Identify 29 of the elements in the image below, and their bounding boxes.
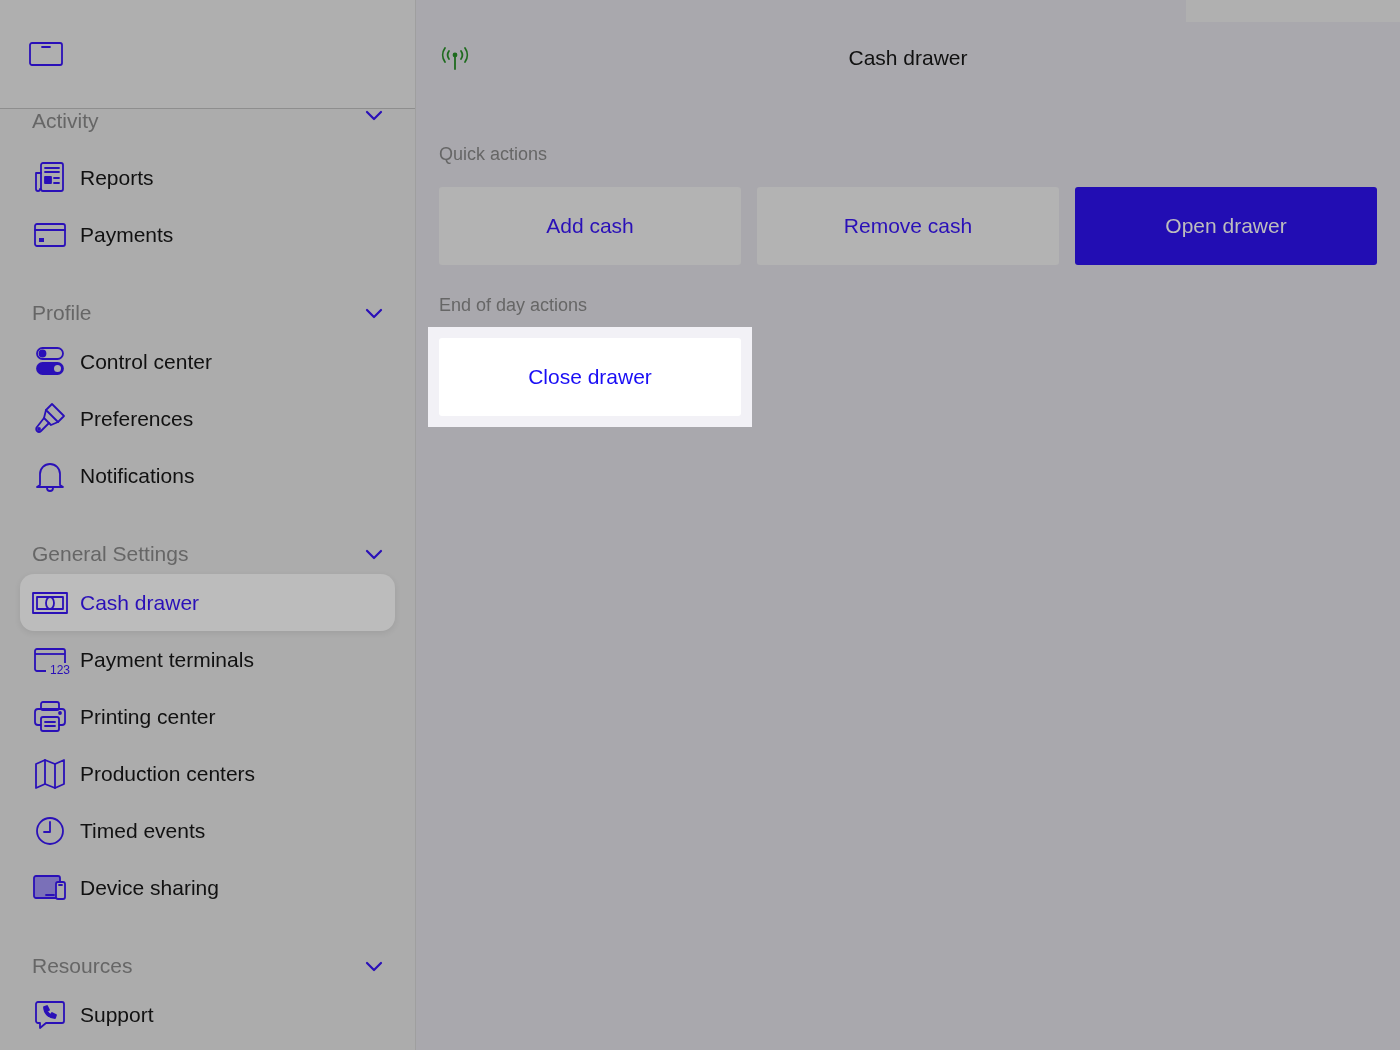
section-heading: Profile <box>32 301 92 325</box>
section-heading: End of day actions <box>439 295 589 316</box>
action-button[interactable]: Add cash <box>439 187 741 265</box>
sidebar-item[interactable]: Device sharing <box>20 859 395 916</box>
sidebar-item[interactable]: Printing center <box>20 688 395 745</box>
action-button[interactable]: Open drawer <box>1075 187 1377 265</box>
action-button[interactable]: Close drawer <box>439 338 741 416</box>
antenna-icon <box>439 44 471 72</box>
section-heading: Activity <box>32 109 99 133</box>
sidebar-item[interactable]: Cash drawer <box>20 574 395 631</box>
sidebar-item[interactable]: Reports <box>20 149 395 206</box>
sidebar-item[interactable]: Payments <box>20 206 395 263</box>
section-heading: Resources <box>32 954 133 978</box>
page-title: Cash drawer <box>848 46 968 70</box>
chevron-icon[interactable] <box>365 548 383 560</box>
sidebar-item[interactable]: 123 Payment terminals <box>20 631 395 688</box>
chevron-icon[interactable] <box>365 109 383 121</box>
sidebar-item[interactable]: Support <box>20 986 395 1043</box>
printer-icon <box>32 698 68 735</box>
chevron-icon[interactable] <box>365 960 383 972</box>
section-heading: Quick actions <box>439 144 549 165</box>
action-button[interactable]: Remove cash <box>757 187 1059 265</box>
section-heading: General Settings <box>32 542 189 566</box>
chevron-icon[interactable] <box>365 307 383 319</box>
sidebar-item[interactable]: Preferences <box>20 390 395 447</box>
sidebar-item[interactable]: Timed events <box>20 802 395 859</box>
sidebar-item[interactable]: Notifications <box>20 447 395 504</box>
sidebar-item[interactable]: Production centers <box>20 745 395 802</box>
sidebar-item[interactable]: Control center <box>20 333 395 390</box>
